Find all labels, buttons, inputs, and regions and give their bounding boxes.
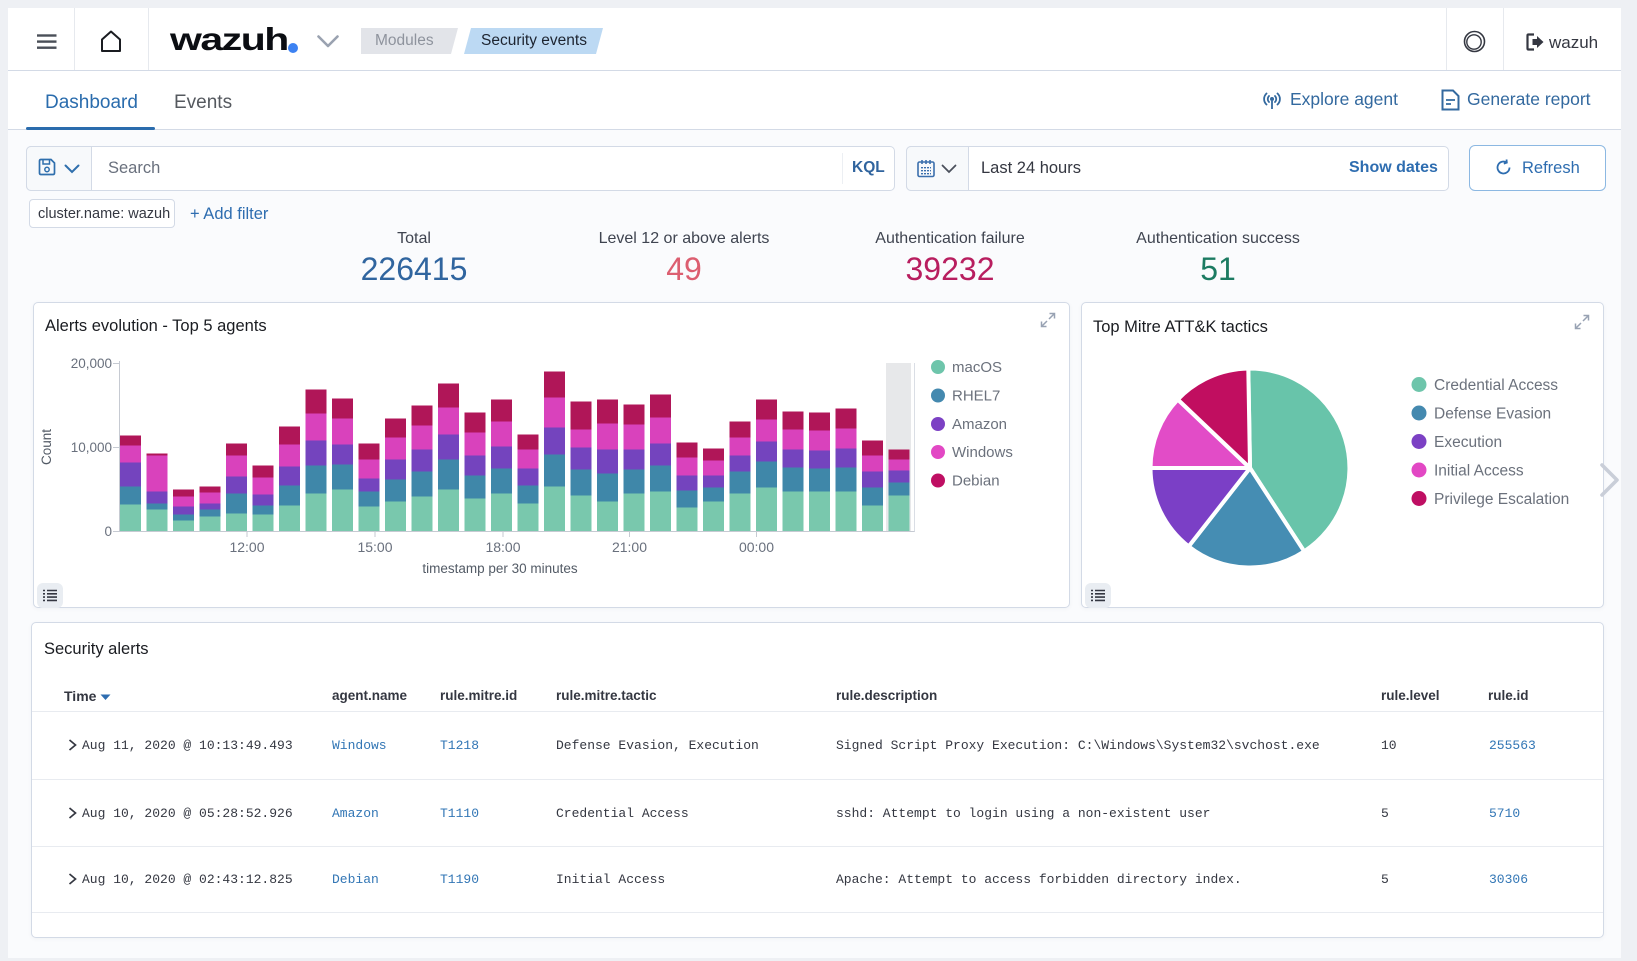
svg-text:Execution: Execution — [1434, 434, 1502, 451]
svg-text:Windows: Windows — [952, 444, 1013, 461]
svg-text:Debian: Debian — [952, 473, 1000, 490]
svg-text:15:00: 15:00 — [357, 539, 392, 555]
svg-text:timestamp per 30 minutes: timestamp per 30 minutes — [422, 561, 578, 576]
svg-text:18:00: 18:00 — [485, 539, 520, 555]
svg-text:00:00: 00:00 — [739, 539, 774, 555]
svg-text:20,000: 20,000 — [71, 356, 112, 371]
svg-text:Privilege Escalation: Privilege Escalation — [1434, 491, 1569, 508]
svg-text:12:00: 12:00 — [229, 539, 264, 555]
svg-text:0: 0 — [104, 524, 112, 539]
svg-text:Amazon: Amazon — [952, 416, 1007, 433]
svg-text:macOS: macOS — [952, 359, 1002, 376]
svg-text:Defense Evasion: Defense Evasion — [1434, 406, 1551, 423]
svg-text:Credential Access: Credential Access — [1434, 377, 1558, 394]
svg-text:21:00: 21:00 — [612, 539, 647, 555]
svg-text:RHEL7: RHEL7 — [952, 388, 1000, 405]
svg-text:Count: Count — [39, 429, 54, 465]
svg-text:10,000: 10,000 — [71, 440, 112, 455]
svg-text:Initial Access: Initial Access — [1434, 463, 1524, 480]
